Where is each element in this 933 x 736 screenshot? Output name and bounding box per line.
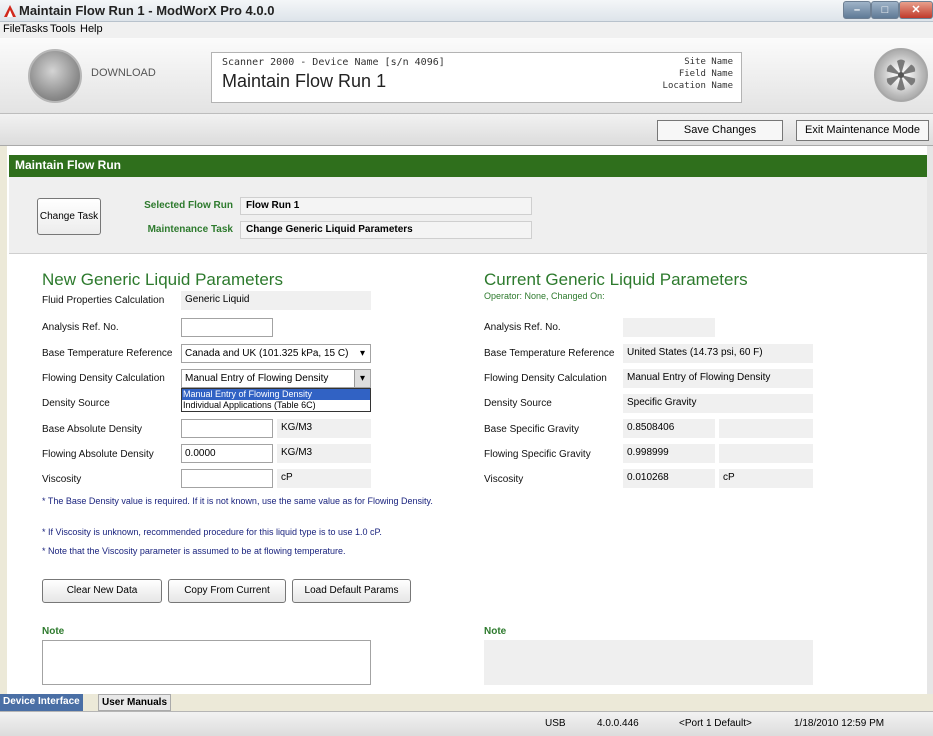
current-viscosity-unit: cP (719, 469, 813, 488)
menu-help[interactable]: Help (80, 23, 103, 35)
location-name: Location Name (662, 81, 733, 91)
download-label: DOWNLOAD (91, 67, 156, 79)
site-name: Site Name (684, 57, 733, 67)
new-params-title: New Generic Liquid Parameters (42, 270, 283, 289)
flowing-abs-density-unit: KG/M3 (277, 444, 371, 463)
close-button[interactable]: ✕ (899, 1, 933, 19)
current-flowing-sg-value: 0.998999 (623, 444, 715, 463)
note-textarea[interactable] (42, 640, 371, 685)
scrollbar[interactable] (927, 146, 933, 694)
current-density-source-label: Density Source (484, 398, 552, 409)
save-changes-button[interactable]: Save Changes (657, 120, 783, 141)
download-button[interactable] (28, 49, 82, 103)
base-temp-label: Base Temperature Reference (42, 348, 173, 359)
clear-new-data-button[interactable]: Clear New Data (42, 579, 162, 603)
viscosity-label: Viscosity (42, 474, 82, 485)
current-base-sg-label: Base Specific Gravity (484, 424, 580, 435)
status-version: 4.0.0.446 (597, 718, 639, 729)
density-source-label: Density Source (42, 398, 110, 409)
base-temp-value: Canada and UK (101.325 kPa, 15 C) (185, 348, 349, 359)
flowing-abs-density-input[interactable]: 0.0000 (181, 444, 273, 463)
current-note-box (484, 640, 813, 685)
status-connection: USB (545, 718, 566, 729)
copy-from-current-button[interactable]: Copy From Current (168, 579, 286, 603)
menu-tools[interactable]: Tools (50, 23, 76, 35)
dropdown-option-manual[interactable]: Manual Entry of Flowing Density (182, 389, 370, 400)
window-title: Maintain Flow Run 1 - ModWorX Pro 4.0.0 (19, 3, 275, 18)
tab-device-interface[interactable]: Device Interface (0, 694, 83, 711)
fan-icon (874, 48, 928, 102)
flowing-density-select[interactable]: Manual Entry of Flowing Density ▾ (181, 369, 371, 388)
field-name: Field Name (678, 69, 733, 79)
current-flowing-sg-label: Flowing Specific Gravity (484, 449, 591, 460)
load-default-params-button[interactable]: Load Default Params (292, 579, 411, 603)
base-temp-select[interactable]: Canada and UK (101.325 kPa, 15 C) ▾ (181, 344, 371, 363)
current-analysis-label: Analysis Ref. No. (484, 322, 561, 333)
exit-maintenance-button[interactable]: Exit Maintenance Mode (796, 120, 929, 141)
base-abs-density-input[interactable] (181, 419, 273, 438)
current-base-temp-value: United States (14.73 psi, 60 F) (623, 344, 813, 363)
minimize-button[interactable]: – (843, 1, 871, 19)
task-area: Change Task Selected Flow Run Flow Run 1… (9, 177, 927, 254)
operator-info: Operator: None, Changed On: (484, 291, 605, 301)
note-label: Note (42, 626, 65, 637)
note-base-density: * The Base Density value is required. If… (42, 496, 433, 506)
maintenance-task-label: Maintenance Task (147, 224, 233, 235)
menu-tasks[interactable]: Tasks (20, 23, 48, 35)
flowing-density-value: Manual Entry of Flowing Density (185, 373, 329, 384)
current-base-sg-extra (719, 419, 813, 438)
page-title: Maintain Flow Run 1 (222, 71, 387, 91)
status-port: <Port 1 Default> (679, 718, 752, 729)
title-bar: Maintain Flow Run 1 - ModWorX Pro 4.0.0 … (0, 0, 933, 22)
viscosity-unit: cP (277, 469, 371, 488)
base-abs-density-label: Base Absolute Density (42, 424, 143, 435)
dropdown-arrow-icon: ▾ (354, 370, 370, 387)
status-bar: USB 4.0.0.446 <Port 1 Default> 1/18/2010… (0, 711, 933, 736)
selected-flow-run-field: Flow Run 1 (240, 197, 532, 215)
dropdown-option-table6c[interactable]: Individual Applications (Table 6C) (182, 400, 370, 411)
device-info-panel: Scanner 2000 - Device Name [s/n 4096] Ma… (211, 52, 742, 103)
current-params-title: Current Generic Liquid Parameters (484, 270, 748, 289)
viscosity-input[interactable] (181, 469, 273, 488)
flowing-abs-density-label: Flowing Absolute Density (42, 449, 154, 460)
fluid-properties-label: Fluid Properties Calculation (42, 295, 165, 306)
analysis-ref-input[interactable] (181, 318, 273, 337)
analysis-ref-label: Analysis Ref. No. (42, 322, 119, 333)
current-base-temp-label: Base Temperature Reference (484, 348, 615, 359)
device-name: Scanner 2000 - Device Name [s/n 4096] (222, 57, 445, 68)
flowing-density-dropdown: Manual Entry of Flowing Density Individu… (181, 388, 371, 412)
tab-user-manuals[interactable]: User Manuals (98, 694, 172, 711)
note-viscosity-temp: * Note that the Viscosity parameter is a… (42, 546, 346, 556)
current-density-source-value: Specific Gravity (623, 394, 813, 413)
current-base-sg-value: 0.8508406 (623, 419, 715, 438)
dropdown-arrow-icon: ▾ (359, 348, 365, 359)
base-abs-density-unit: KG/M3 (277, 419, 371, 438)
note-viscosity-unknown: * If Viscosity is unknown, recommended p… (42, 527, 382, 537)
maintenance-task-field: Change Generic Liquid Parameters (240, 221, 532, 239)
change-task-button[interactable]: Change Task (37, 198, 101, 235)
current-viscosity-value: 0.010268 (623, 469, 715, 488)
toolbar: Save Changes Exit Maintenance Mode (0, 114, 933, 146)
current-flowing-sg-extra (719, 444, 813, 463)
current-note-label: Note (484, 626, 507, 637)
current-analysis-value (623, 318, 715, 337)
menu-bar: File Tasks Tools Help (0, 22, 933, 38)
current-flowing-density-label: Flowing Density Calculation (484, 373, 607, 384)
status-datetime: 1/18/2010 12:59 PM (794, 718, 885, 729)
fluid-properties-value: Generic Liquid (181, 291, 371, 310)
current-flowing-density-value: Manual Entry of Flowing Density (623, 369, 813, 388)
flowing-density-label: Flowing Density Calculation (42, 373, 165, 384)
header: DOWNLOAD Scanner 2000 - Device Name [s/n… (0, 38, 933, 114)
current-viscosity-label: Viscosity (484, 474, 524, 485)
panel-title: Maintain Flow Run (9, 155, 927, 177)
selected-flow-run-label: Selected Flow Run (144, 200, 233, 211)
app-logo-icon (3, 4, 17, 18)
maximize-button[interactable]: □ (871, 1, 899, 19)
menu-file[interactable]: File (3, 23, 21, 35)
